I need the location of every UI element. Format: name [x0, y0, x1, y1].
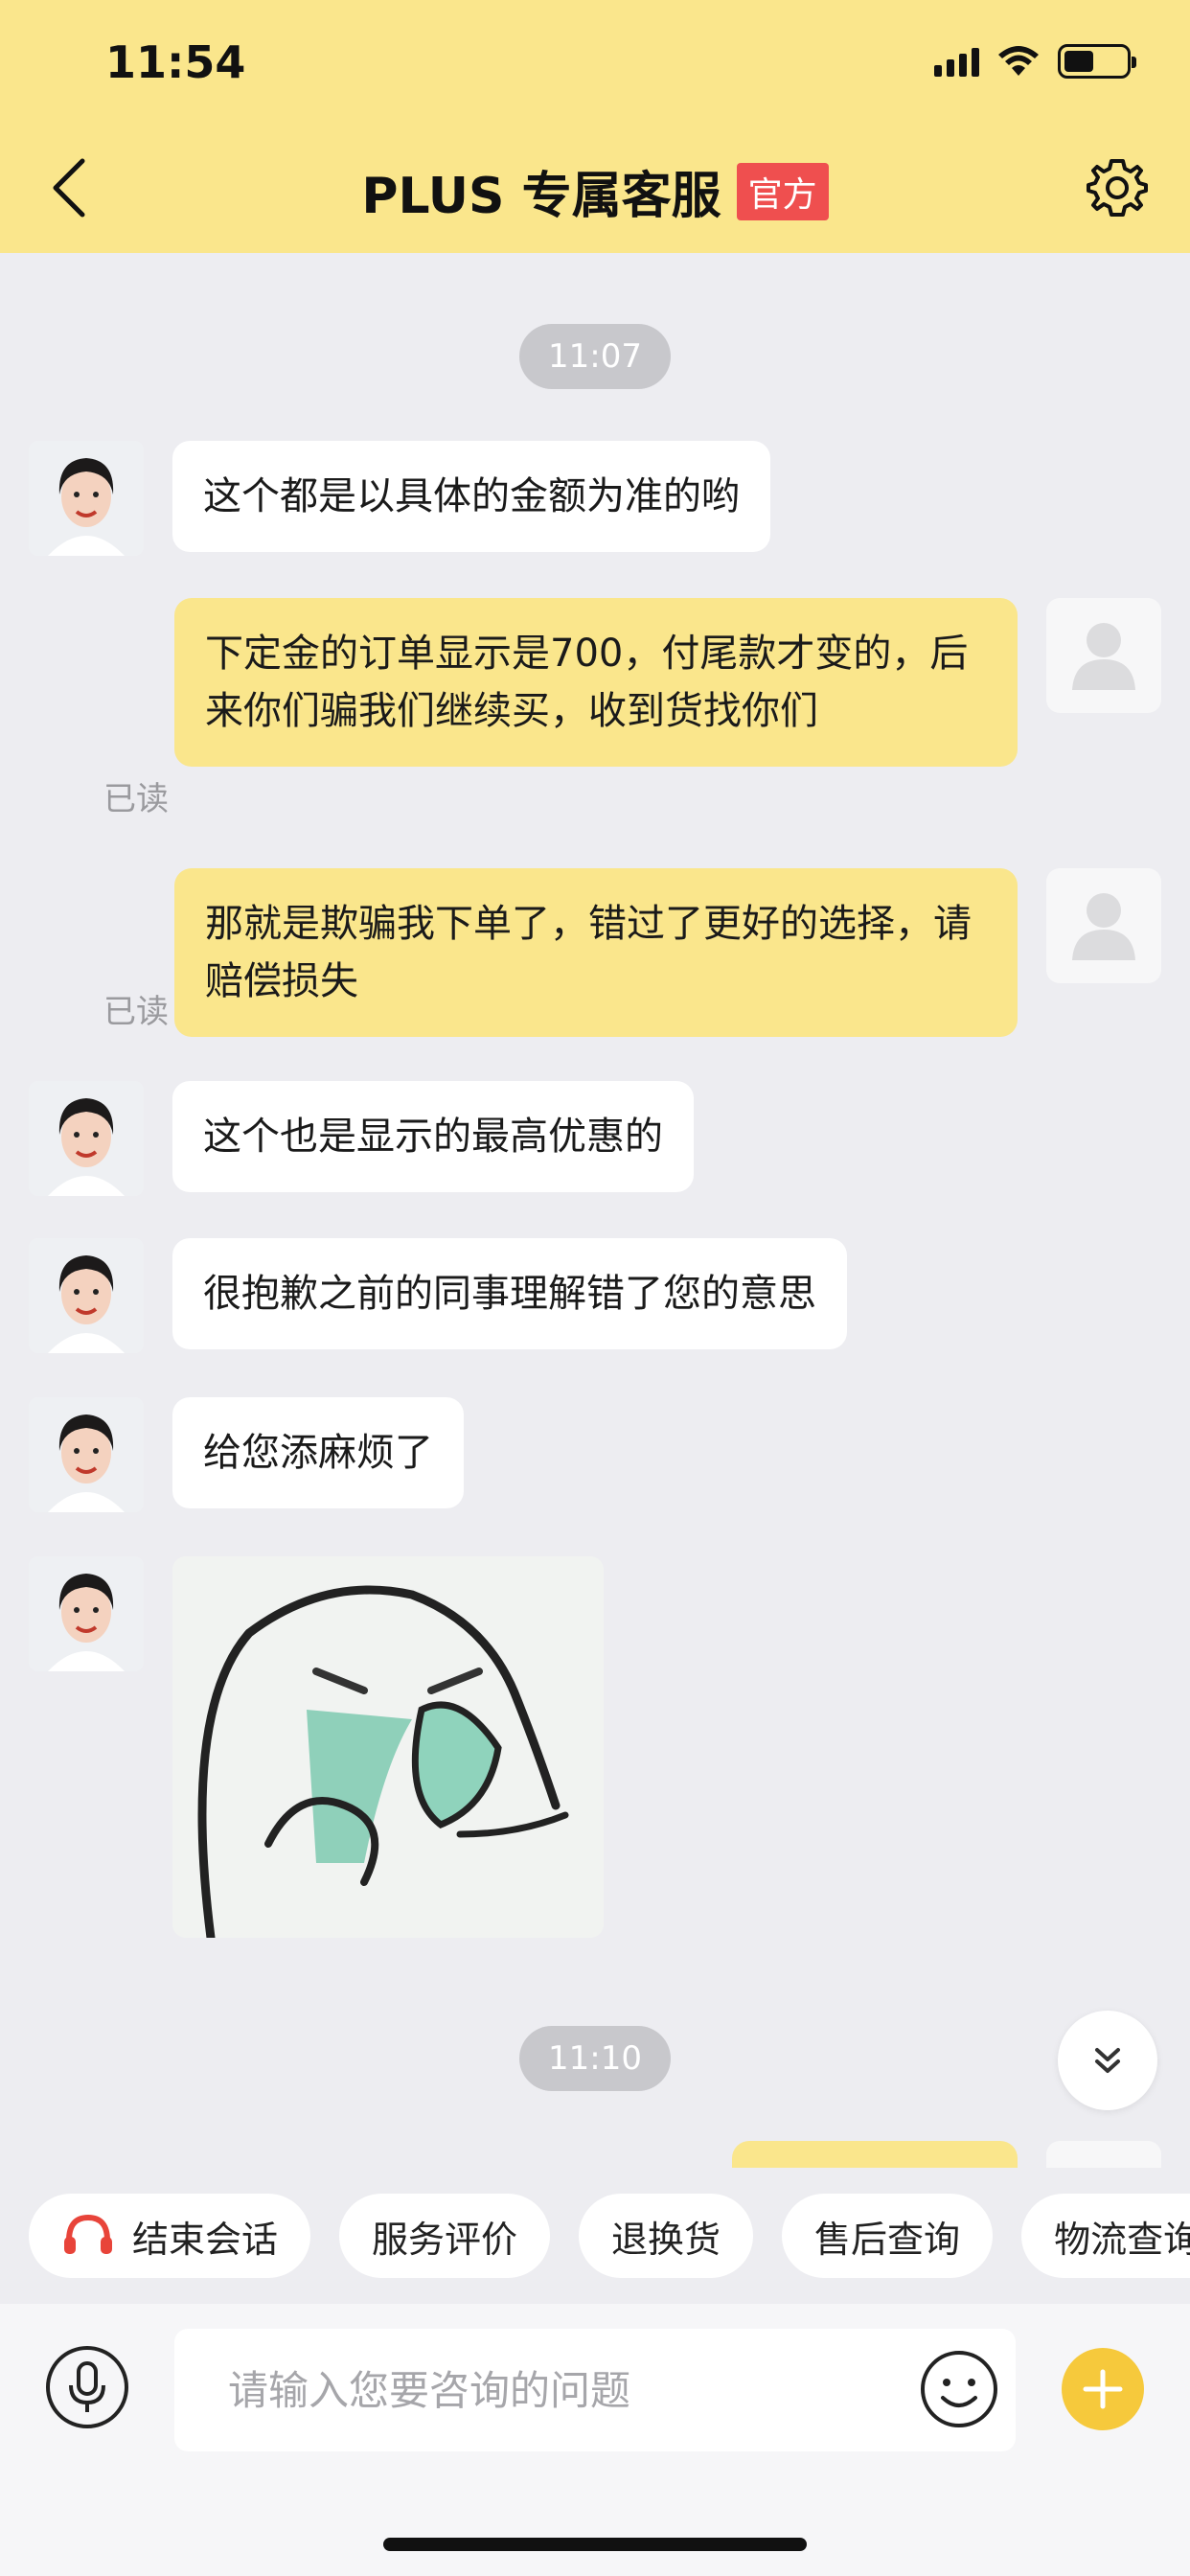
user-placeholder-icon [1072, 893, 1135, 960]
user-message-bubble-partial[interactable] [732, 2141, 1018, 2168]
facepalm-sticker[interactable] [172, 1556, 604, 1938]
smiley-icon [921, 2351, 997, 2427]
chip-label: 服务评价 [372, 2218, 518, 2261]
timestamp-pill: 11:10 [519, 2026, 671, 2091]
page-title: PLUS 专属客服 [361, 168, 721, 225]
status-time: 11:54 [105, 36, 246, 88]
service-rating-chip[interactable]: 服务评价 [339, 2194, 551, 2278]
agent-avatar[interactable] [29, 1556, 144, 1671]
user-avatar-partial[interactable] [1046, 2141, 1161, 2168]
quick-actions-bar: 结束会话 服务评价 退换货 售后查询 物流查询 [0, 2168, 1190, 2304]
agent-avatar[interactable] [29, 1081, 144, 1196]
home-indicator[interactable] [383, 2538, 807, 2551]
agent-message-bubble[interactable]: 这个都是以具体的金额为准的哟 [172, 441, 770, 552]
voice-input-button[interactable] [46, 2346, 128, 2428]
agent-message-bubble[interactable]: 给您添麻烦了 [172, 1397, 464, 1508]
gear-icon [1087, 159, 1148, 217]
after-sales-query-chip[interactable]: 售后查询 [782, 2194, 994, 2278]
official-badge: 官方 [736, 162, 829, 220]
message-input[interactable] [174, 2329, 1016, 2451]
agent-message-bubble[interactable]: 很抱歉之前的同事理解错了您的意思 [172, 1238, 847, 1349]
chip-label: 退换货 [611, 2218, 721, 2261]
user-message-bubble[interactable]: 下定金的订单显示是700，付尾款才变的，后来你们骗我们继续买，收到货找你们 [174, 598, 1018, 767]
logistics-query-chip[interactable]: 物流查询 [1021, 2194, 1190, 2278]
return-exchange-chip[interactable]: 退换货 [579, 2194, 754, 2278]
agent-avatar[interactable] [29, 1397, 144, 1512]
chip-label: 物流查询 [1054, 2218, 1190, 2261]
input-bar [0, 2304, 1190, 2476]
bottom-safe-area [0, 2476, 1190, 2576]
user-avatar[interactable] [1046, 868, 1161, 983]
header-title-group: PLUS 专属客服 官方 [0, 155, 1190, 227]
wifi-icon [998, 46, 1039, 76]
user-placeholder-icon [1072, 623, 1135, 690]
emoji-button[interactable] [918, 2348, 1000, 2430]
scroll-to-bottom-button[interactable] [1058, 2011, 1157, 2110]
settings-button[interactable] [1085, 155, 1150, 220]
cellular-signal-icon [934, 46, 979, 77]
top-bar: 11:54 PLUS 专属客服 官方 [0, 0, 1190, 253]
user-avatar[interactable] [1046, 598, 1161, 713]
read-status: 已读 [103, 993, 169, 1031]
double-chevron-down-icon [1095, 2048, 1120, 2073]
plus-icon [1083, 2369, 1123, 2409]
microphone-icon [69, 2361, 105, 2412]
user-message-bubble[interactable]: 那就是欺骗我下单了，错过了更好的选择，请赔偿损失 [174, 868, 1018, 1037]
read-status: 已读 [103, 780, 169, 818]
headset-icon [64, 2214, 112, 2254]
status-icons [934, 44, 1136, 79]
chip-label: 售后查询 [814, 2218, 961, 2261]
end-session-chip[interactable]: 结束会话 [29, 2194, 311, 2278]
agent-avatar[interactable] [29, 1238, 144, 1353]
agent-message-bubble[interactable]: 这个也是显示的最高优惠的 [172, 1081, 694, 1192]
timestamp-pill: 11:07 [519, 324, 671, 389]
agent-avatar[interactable] [29, 441, 144, 556]
more-options-button[interactable] [1062, 2348, 1144, 2430]
chat-area[interactable]: 11:07 这个都是以具体的金额为准的哟 下定金的订单显示是700，付尾款才变的… [0, 253, 1190, 2168]
chip-label: 结束会话 [132, 2218, 279, 2261]
battery-icon [1058, 44, 1136, 79]
